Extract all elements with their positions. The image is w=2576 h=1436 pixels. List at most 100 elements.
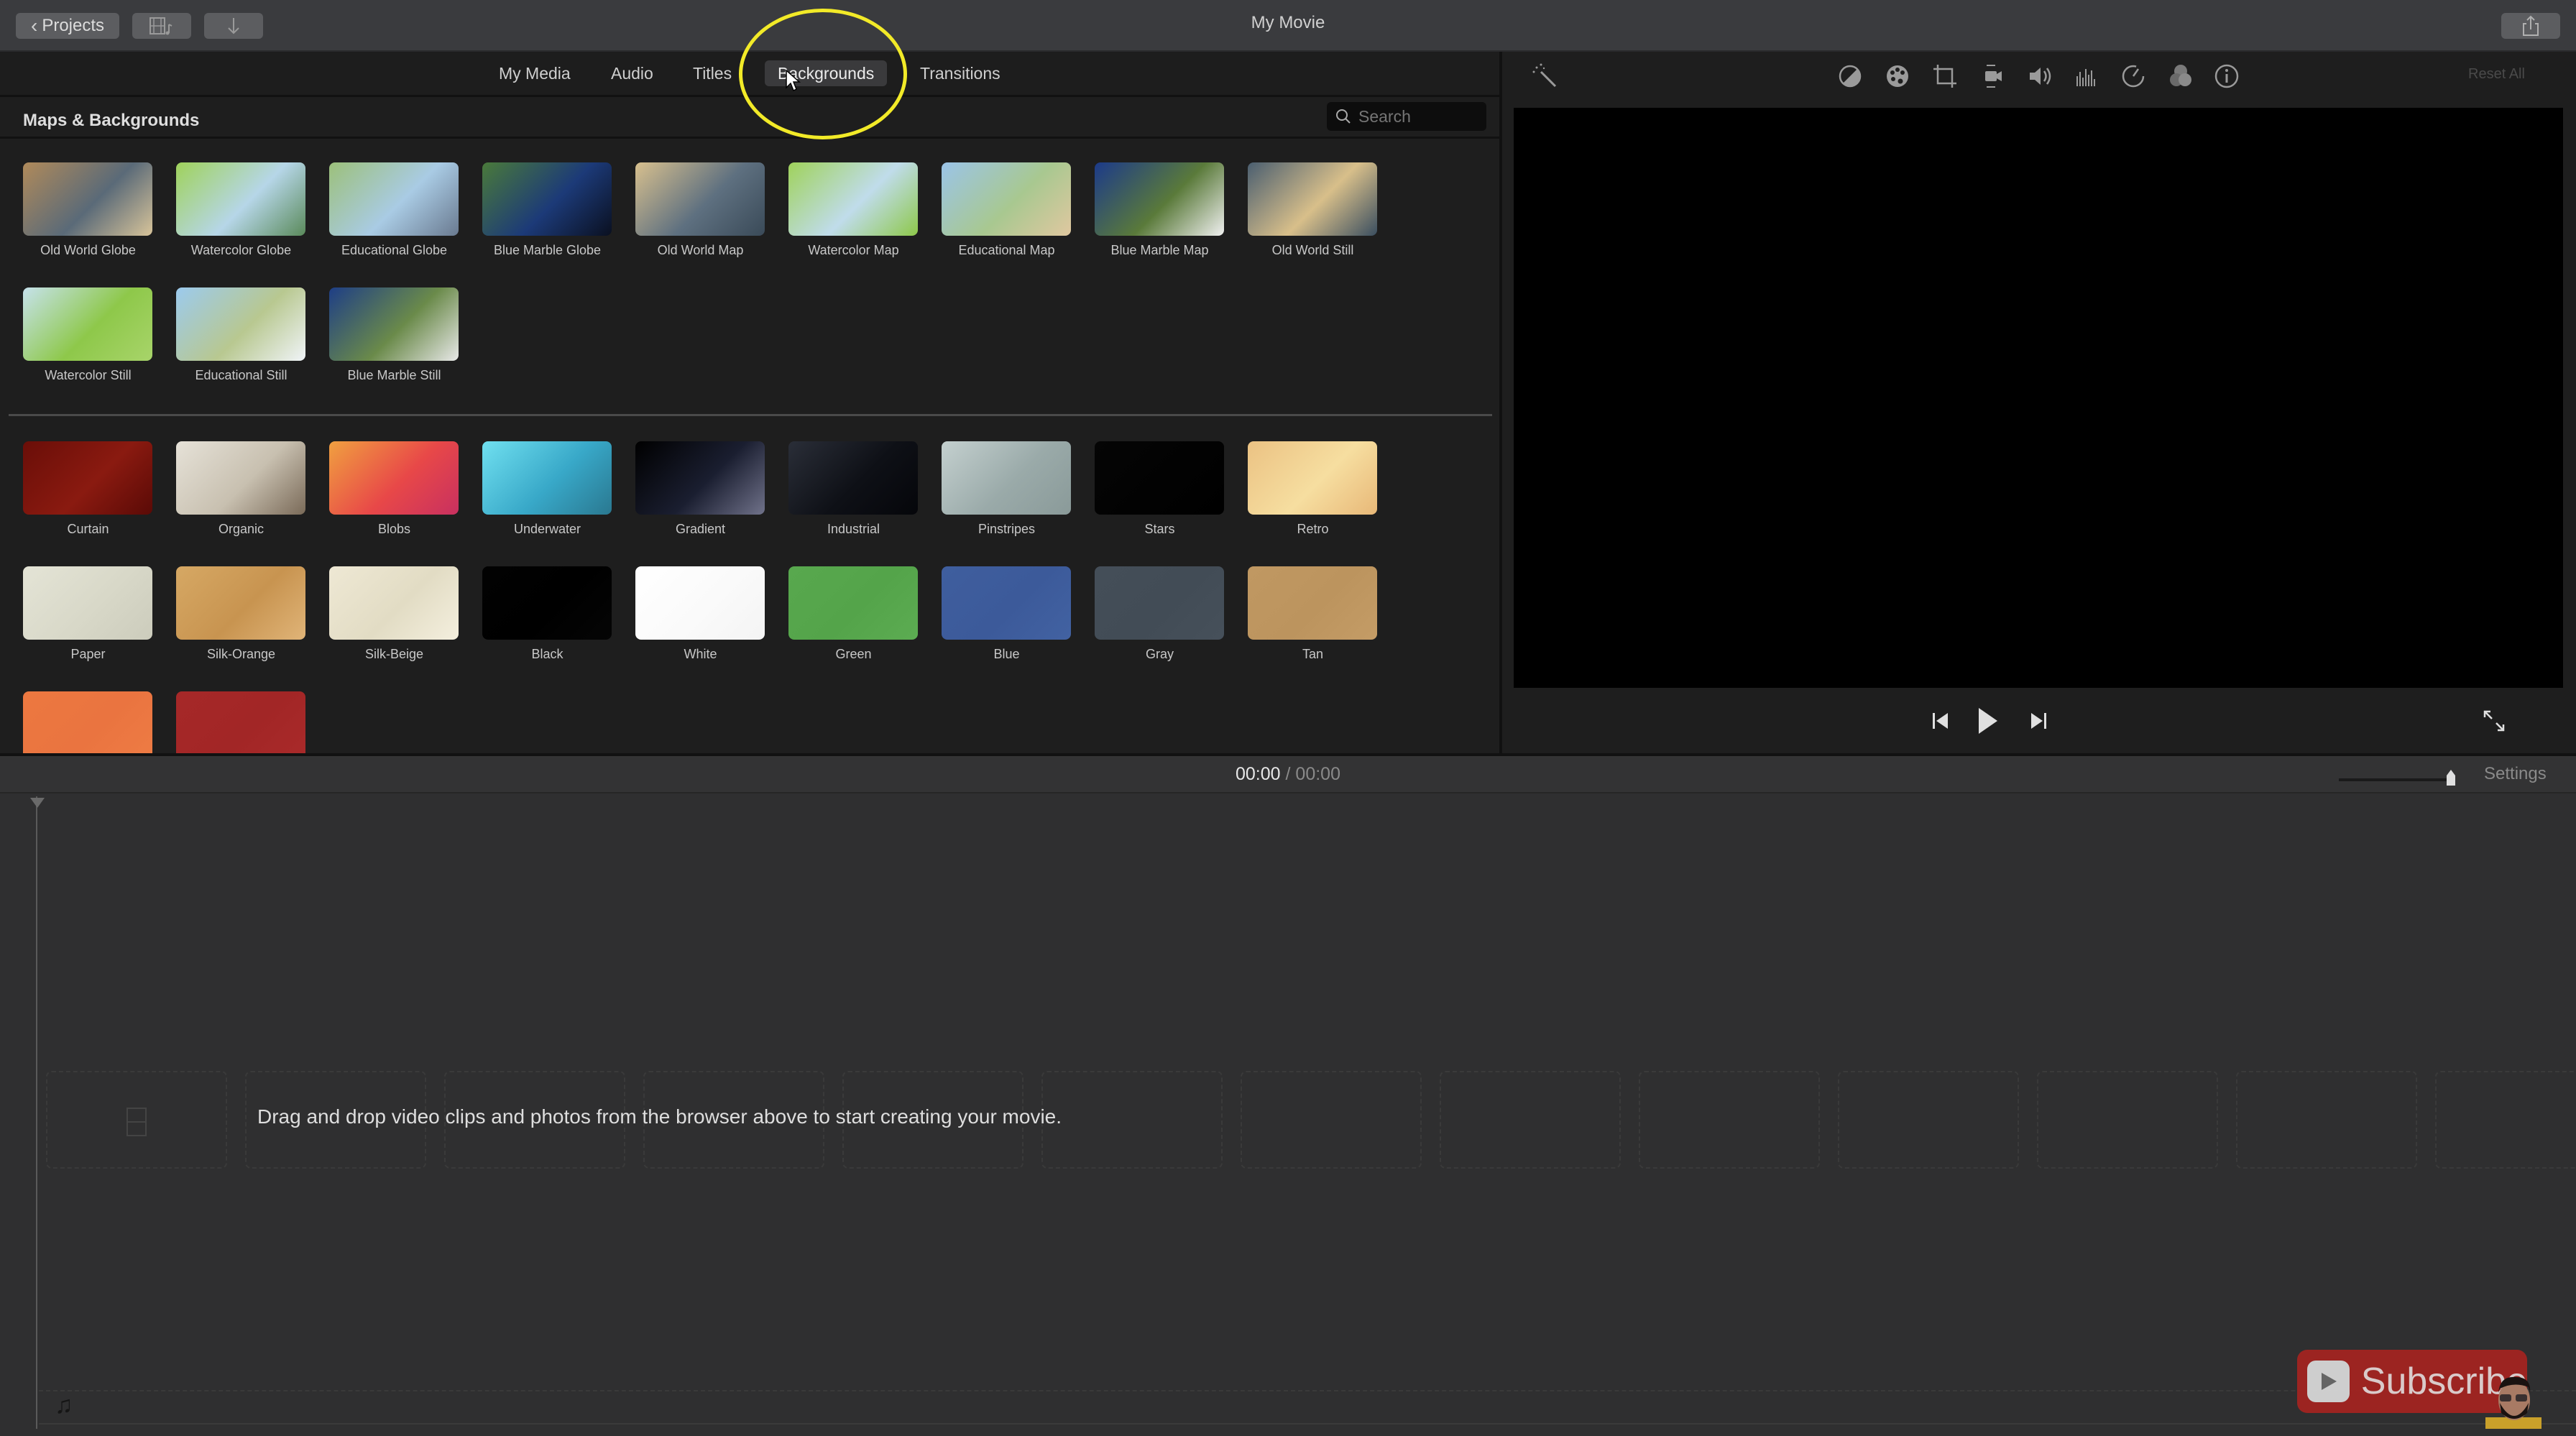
background-thumbnail-industrial[interactable] [788,441,918,515]
timecode-total: 00:00 [1295,764,1340,784]
thumbnail-label: Educational Map [958,243,1055,257]
background-thumbnail-silk-orange[interactable] [176,566,305,640]
clip-placeholder [1639,1071,1820,1169]
thumbnail-label: Retro [1297,522,1329,536]
playhead-line[interactable] [36,796,37,1429]
slider-thumb [2447,770,2455,786]
clip-placeholder [1440,1071,1621,1169]
background-thumbnail-blue[interactable] [942,566,1071,640]
audio-track[interactable] [39,1390,2576,1425]
map-thumbnail-watercolor-map[interactable] [788,162,918,236]
volume-icon[interactable] [2025,62,2054,91]
background-thumbnail-blobs[interactable] [329,441,459,515]
skip-back-button[interactable] [1928,703,1954,739]
map-thumbnail-blue-marble-still[interactable] [329,287,459,361]
video-viewer[interactable] [1514,108,2563,688]
background-thumbnail-gray[interactable] [1095,566,1224,640]
fullscreen-button[interactable] [2480,703,2508,739]
search-icon [1336,109,1351,124]
tab-titles[interactable]: Titles [680,60,745,86]
timecode-display: 00:00 / 00:00 [0,764,2576,785]
clip-filter-icon[interactable] [2166,62,2195,91]
background-thumbnail-stars[interactable] [1095,441,1224,515]
background-thumbnail-color-18[interactable] [23,691,152,753]
highlight-annotation [739,9,907,139]
search-field[interactable] [1327,102,1486,131]
playhead-handle[interactable] [30,798,45,808]
thumbnail-label: Gray [1145,647,1174,661]
background-thumbnail-gradient[interactable] [635,441,765,515]
clip-placeholder [1838,1071,2019,1169]
tab-my-media[interactable]: My Media [486,60,584,86]
search-input[interactable] [1357,106,1482,127]
window-title: My Movie [1251,13,1325,32]
thumbnail-label: Green [835,647,872,661]
thumbnail-label: Industrial [827,522,880,536]
youtube-play-icon [2307,1361,2350,1402]
skip-forward-icon [2031,713,2046,729]
tab-audio[interactable]: Audio [598,60,666,86]
map-thumbnail-old-world-map[interactable] [635,162,765,236]
clip-placeholder [1041,1071,1223,1169]
clip-placeholder [2236,1071,2417,1169]
thumbnail-label: Blue Marble Globe [493,243,602,257]
tab-transitions[interactable]: Transitions [907,60,1013,86]
thumbnail-label: Pinstripes [978,522,1036,536]
map-thumbnail-blue-marble-map[interactable] [1095,162,1224,236]
reset-all-button[interactable]: Reset All [2468,66,2525,83]
map-thumbnail-watercolor-still[interactable] [23,287,152,361]
timeline-zoom-slider[interactable] [2339,770,2461,786]
background-thumbnail-color-19[interactable] [176,691,305,753]
thumbnail-label: Blue Marble Still [347,368,441,382]
thumbnail-label: Underwater [513,522,581,536]
noise-reduction-icon[interactable] [2071,62,2100,91]
map-thumbnail-blue-marble-globe[interactable] [482,162,612,236]
play-button[interactable] [1971,703,2004,739]
thumbnail-label: Organic [218,522,264,536]
background-thumbnail-paper[interactable] [23,566,152,640]
clip-placeholder [1241,1071,1422,1169]
background-thumbnail-tan[interactable] [1248,566,1377,640]
section-divider [9,414,1492,416]
background-thumbnail-green[interactable] [788,566,918,640]
map-thumbnail-educational-globe[interactable] [329,162,459,236]
film-icon [126,1108,147,1136]
info-icon[interactable] [2212,62,2241,91]
map-thumbnail-old-world-globe[interactable] [23,162,152,236]
thumbnail-label: White [684,647,717,661]
background-thumbnail-black[interactable] [482,566,612,640]
background-thumbnail-organic[interactable] [176,441,305,515]
settings-button[interactable]: Settings [2484,764,2547,784]
thumbnail-label: Old World Still [1271,243,1354,257]
magic-wand-icon[interactable] [1531,62,1560,91]
background-thumbnail-white[interactable] [635,566,765,640]
thumbnail-label: Watercolor Globe [190,243,292,257]
presenter-avatar [2485,1376,2542,1429]
map-thumbnail-educational-map[interactable] [942,162,1071,236]
color-balance-icon[interactable] [1836,62,1864,91]
timecode-current: 00:00 [1236,764,1281,784]
background-thumbnail-curtain[interactable] [23,441,152,515]
header-divider [0,137,1499,139]
share-button[interactable] [2501,13,2560,39]
thumbnail-label: Watercolor Still [45,368,132,382]
thumbnail-label: Educational Still [195,368,288,382]
background-thumbnail-silk-beige[interactable] [329,566,459,640]
map-thumbnail-watercolor-globe[interactable] [176,162,305,236]
share-icon [2523,15,2539,36]
thumbnail-label: Curtain [67,522,109,536]
play-icon [1979,708,1997,734]
map-thumbnail-educational-still[interactable] [176,287,305,361]
crop-icon[interactable] [1931,62,1959,91]
stabilization-icon[interactable] [1978,62,2007,91]
background-thumbnail-underwater[interactable] [482,441,612,515]
speed-icon[interactable] [2119,62,2148,91]
background-thumbnail-retro[interactable] [1248,441,1377,515]
background-thumbnail-pinstripes[interactable] [942,441,1071,515]
color-correction-icon[interactable] [1883,62,1912,91]
skip-forward-button[interactable] [2025,703,2051,739]
map-thumbnail-old-world-still[interactable] [1248,162,1377,236]
clip-placeholder [2435,1071,2576,1169]
timecode-separator: / [1285,764,1291,784]
thumbnail-label: Watercolor Map [808,243,899,257]
